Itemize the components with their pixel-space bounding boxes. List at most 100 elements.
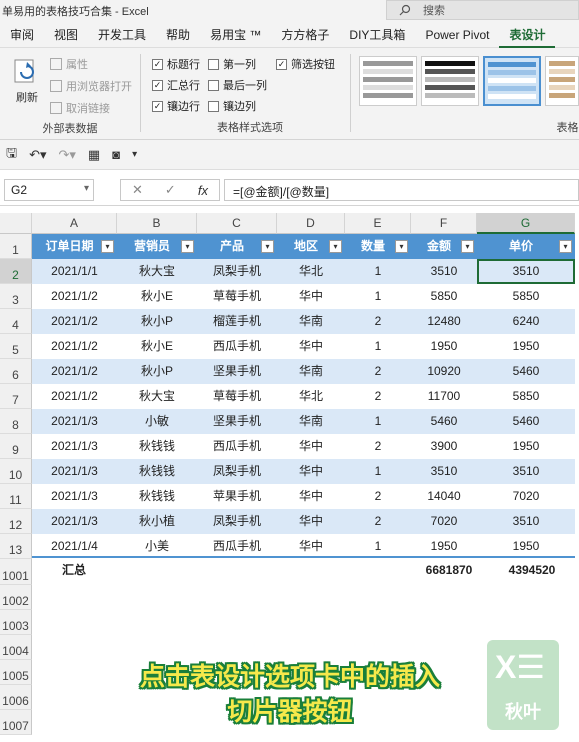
table-cell[interactable]: 华中 (277, 284, 345, 309)
row-header[interactable]: 11 (0, 484, 32, 509)
table-cell[interactable]: 7020 (411, 509, 477, 534)
row-header[interactable]: 1005 (0, 660, 32, 685)
table-cell[interactable]: 1950 (477, 434, 575, 459)
table-cell[interactable]: 2021/1/2 (32, 309, 117, 334)
table-cell[interactable]: 凤梨手机 (197, 459, 277, 484)
table-cell[interactable]: 1950 (477, 334, 575, 359)
table-cell[interactable]: 10920 (411, 359, 477, 384)
row-header[interactable]: 1001 (0, 559, 32, 585)
filter-dropdown-icon[interactable]: ▾ (395, 240, 408, 253)
table-cell[interactable]: 华南 (277, 309, 345, 334)
table-style-thumb-selected[interactable] (483, 56, 541, 106)
table-cell[interactable]: 草莓手机 (197, 384, 277, 409)
column-header-c[interactable]: C (197, 213, 277, 234)
refresh-button[interactable]: 刷新 (10, 56, 44, 105)
table-cell[interactable]: 秋钱钱 (117, 434, 197, 459)
table-cell[interactable]: 秋钱钱 (117, 484, 197, 509)
table-cell[interactable]: 1 (345, 259, 411, 284)
table-cell[interactable]: 5460 (477, 359, 575, 384)
formula-input[interactable]: =[@金额]/[@数量] (224, 179, 579, 201)
tab-diy-toolbox[interactable]: DIY工具箱 (339, 22, 415, 48)
row-header[interactable]: 7 (0, 384, 32, 409)
table-cell[interactable]: 秋大宝 (117, 384, 197, 409)
table-cell[interactable]: 秋钱钱 (117, 459, 197, 484)
row-header[interactable]: 9 (0, 434, 32, 459)
table-cell[interactable]: 秋小P (117, 359, 197, 384)
column-header-a[interactable]: A (32, 213, 117, 234)
column-header-b[interactable]: B (117, 213, 197, 234)
table-cell[interactable]: 2021/1/2 (32, 284, 117, 309)
table-cell[interactable]: 2 (345, 509, 411, 534)
table-cell[interactable]: 1 (345, 459, 411, 484)
column-header-d[interactable]: D (277, 213, 345, 234)
row-header[interactable]: 1002 (0, 585, 32, 610)
customize-qat-icon[interactable]: ▾ (132, 149, 137, 160)
tab-table-design[interactable]: 表设计 (499, 22, 556, 48)
save-icon[interactable]: 🖫 (6, 144, 17, 166)
table-cell[interactable]: 3510 (477, 459, 575, 484)
table-cell[interactable]: 2 (345, 484, 411, 509)
table-header-cell[interactable]: 营销员 ▾ (117, 234, 197, 259)
table-cell[interactable]: 秋小植 (117, 509, 197, 534)
row-header[interactable]: 1004 (0, 635, 32, 660)
last-column-checkbox[interactable]: 最后一列 (208, 77, 267, 93)
table-cell[interactable]: 2 (345, 384, 411, 409)
tab-developer[interactable]: 开发工具 (88, 22, 156, 48)
properties-button[interactable]: 属性 (50, 56, 88, 72)
row-header[interactable]: 1007 (0, 710, 32, 735)
table-style-thumb[interactable] (359, 56, 417, 106)
select-all-corner[interactable] (0, 213, 32, 234)
table-cell[interactable]: 西瓜手机 (197, 434, 277, 459)
table-cell[interactable]: 华中 (277, 434, 345, 459)
table-cell[interactable]: 华南 (277, 359, 345, 384)
table-header-cell[interactable]: 数量 ▾ (345, 234, 411, 259)
table-cell[interactable]: 3510 (477, 509, 575, 534)
total-unit-price[interactable]: 4394520 (489, 558, 575, 583)
table-cell[interactable]: 1 (345, 334, 411, 359)
table-cell[interactable]: 西瓜手机 (197, 334, 277, 359)
table-cell[interactable]: 2021/1/3 (32, 484, 117, 509)
name-box[interactable]: G2 ▾ (4, 179, 94, 201)
table-cell[interactable]: 2021/1/3 (32, 434, 117, 459)
table-cell[interactable]: 2 (345, 434, 411, 459)
chevron-down-icon[interactable]: ▾ (84, 183, 89, 194)
row-header[interactable]: 1006 (0, 685, 32, 710)
table-cell[interactable]: 凤梨手机 (197, 509, 277, 534)
table-cell[interactable]: 华中 (277, 509, 345, 534)
row-header[interactable]: 1003 (0, 610, 32, 635)
table-cell[interactable]: 5850 (477, 384, 575, 409)
total-amount[interactable]: 6681870 (409, 558, 489, 583)
row-header[interactable]: 13 (0, 534, 32, 559)
table-cell[interactable]: 华中 (277, 334, 345, 359)
table-cell[interactable]: 12480 (411, 309, 477, 334)
table-cell[interactable]: 2021/1/1 (32, 259, 117, 284)
cancel-icon[interactable]: ✕ (132, 182, 143, 198)
table-cell[interactable]: 秋小E (117, 334, 197, 359)
table-header-cell[interactable]: 地区 ▾ (277, 234, 345, 259)
table-cell[interactable]: 2 (345, 309, 411, 334)
form-icon[interactable]: ▦ (88, 147, 100, 163)
table-cell[interactable]: 坚果手机 (197, 409, 277, 434)
table-style-thumb[interactable] (545, 56, 579, 106)
tab-easyshu[interactable]: 易用宝 ™ (200, 22, 271, 48)
header-row-checkbox[interactable]: ✓ 标题行 (152, 56, 200, 72)
row-header[interactable]: 8 (0, 409, 32, 434)
filter-dropdown-icon[interactable]: ▾ (261, 240, 274, 253)
table-cell[interactable]: 1 (345, 409, 411, 434)
table-cell[interactable]: 5850 (477, 284, 575, 309)
table-cell[interactable]: 华南 (277, 409, 345, 434)
table-cell[interactable]: 2021/1/3 (32, 409, 117, 434)
filter-dropdown-icon[interactable]: ▾ (181, 240, 194, 253)
tab-view[interactable]: 视图 (44, 22, 88, 48)
row-header[interactable]: 3 (0, 284, 32, 309)
row-header[interactable]: 5 (0, 334, 32, 359)
table-header-cell[interactable]: 单价 ▾ (477, 234, 575, 259)
table-cell[interactable]: 秋小E (117, 284, 197, 309)
undo-icon[interactable]: ↶▾ (29, 147, 46, 163)
table-cell[interactable]: 2021/1/2 (32, 334, 117, 359)
column-header-f[interactable]: F (411, 213, 477, 234)
redo-icon[interactable]: ↷▾ (59, 147, 76, 163)
table-cell[interactable]: 小敏 (117, 409, 197, 434)
table-cell[interactable]: 华中 (277, 484, 345, 509)
table-style-thumb[interactable] (421, 56, 479, 106)
